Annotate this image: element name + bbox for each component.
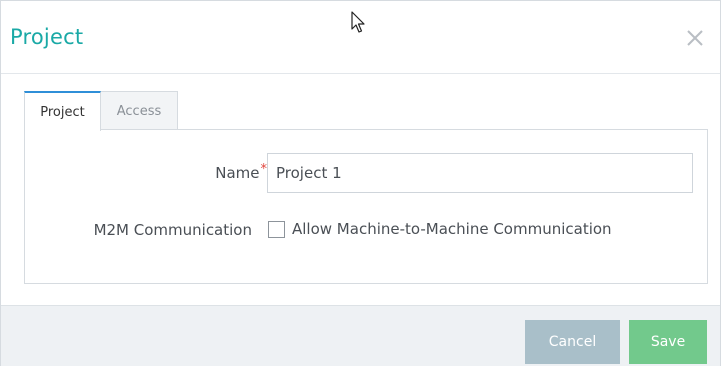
close-button[interactable] bbox=[684, 27, 706, 49]
tab-project[interactable]: Project bbox=[24, 91, 101, 131]
tab-access[interactable]: Access bbox=[101, 91, 178, 130]
dialog-title: Project bbox=[10, 25, 84, 49]
cancel-button[interactable]: Cancel bbox=[525, 320, 620, 364]
m2m-checkbox-label[interactable]: Allow Machine-to-Machine Communication bbox=[292, 220, 612, 238]
name-label-text: Name bbox=[215, 164, 260, 182]
dialog-body: Project Access Name* M2M Communication A… bbox=[1, 73, 720, 305]
name-label: Name* bbox=[215, 162, 267, 182]
save-button[interactable]: Save bbox=[629, 320, 707, 364]
m2m-label: M2M Communication bbox=[93, 221, 252, 239]
mouse-cursor-icon bbox=[351, 11, 365, 33]
tab-panel-project: Name* M2M Communication Allow Machine-to… bbox=[24, 129, 708, 284]
dialog-footer: Cancel Save bbox=[1, 305, 720, 366]
m2m-checkbox[interactable] bbox=[268, 221, 285, 238]
name-input[interactable] bbox=[267, 153, 693, 193]
project-dialog: Project Project Access Name* M2M Communi… bbox=[0, 0, 721, 366]
close-icon bbox=[687, 30, 703, 46]
